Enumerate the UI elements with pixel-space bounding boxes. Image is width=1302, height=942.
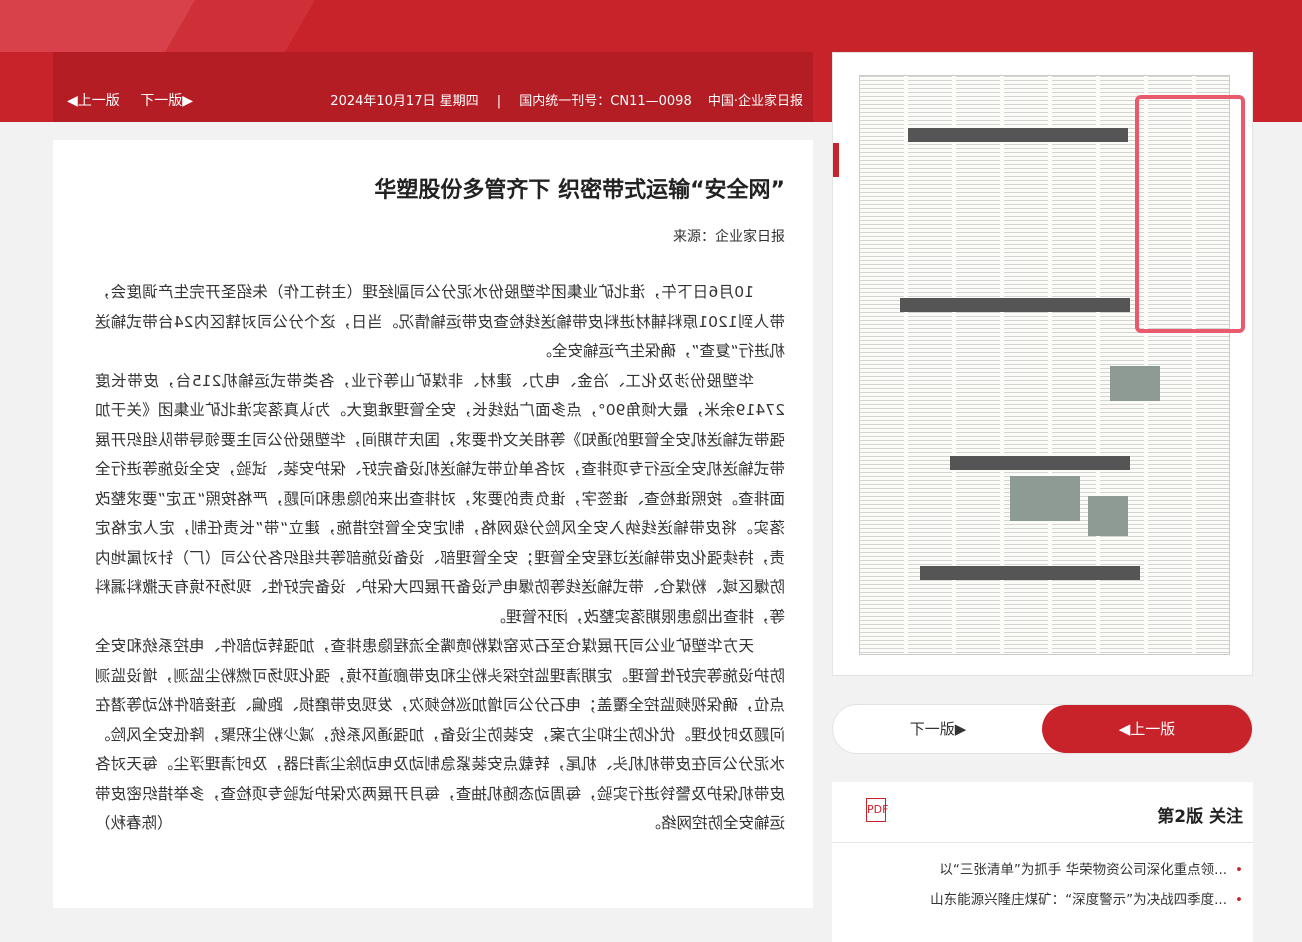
article-paragraph: 华塑股份涉及化工、冶金、电力、建材、非煤矿山等行业，各类带式运输机215台，皮带… — [95, 371, 785, 626]
pdf-icon[interactable]: PDF — [866, 798, 888, 822]
article-paragraph: 10月6日下午，淮北矿业集团华塑股份水泥分公司副经理（主持工作）朱绍圣开完生产调… — [95, 283, 785, 360]
thumbnail-photo — [1110, 366, 1160, 401]
thumbnail-photo — [1010, 476, 1080, 521]
news-link[interactable]: 以“三张清单”为抓手 华荣物资公司深化重点领... — [939, 862, 1227, 878]
article-panel: 华塑股份多管齐下 织密带式运输“安全网” 来源：企业家日报 10月6日下午，淮北… — [53, 140, 813, 908]
section-title: 第2版 关注 — [1157, 807, 1243, 827]
issue-date: 2024年10月17日 星期四 — [330, 94, 479, 109]
news-link[interactable]: 山东能源兴隆庄煤矿：“深度警示”为决战四季度... — [930, 892, 1227, 908]
header-next-page-link[interactable]: 下一版▶ — [140, 93, 193, 109]
paper-name: 中国·企业家日报 — [707, 94, 803, 109]
article-title: 华塑股份多管齐下 织密带式运输“安全网” — [374, 178, 785, 203]
article-paragraph-text: 天方华塑矿业公司开展煤仓至石灰窑煤粉喷嘴全流程隐患排查，加强转动部件、电控系统和… — [95, 637, 785, 832]
thumbnail-photo — [1088, 496, 1128, 536]
thumbnail-headline[interactable] — [908, 128, 1128, 142]
news-list-item[interactable]: 山东能源兴隆庄煤矿：“深度警示”为决战四季度... • — [930, 888, 1243, 908]
page-nav: ◀上一版 下一版▶ — [67, 90, 193, 110]
section-divider — [832, 842, 1253, 843]
issue-info: 2024年10月17日 星期四 | 国内统一刊号：CN11—0098 中国·企业… — [318, 90, 803, 109]
prev-page-button[interactable]: ◀上一版 — [1042, 705, 1252, 753]
next-page-button[interactable]: 下一版▶ — [833, 705, 1043, 753]
article-source: 来源：企业家日报 — [673, 229, 785, 245]
info-divider: | — [496, 94, 502, 109]
page-toggle: 下一版▶ ◀上一版 — [832, 704, 1253, 754]
article-body: 10月6日下午，淮北矿业集团华塑股份水泥分公司副经理（主持工作）朱绍圣开完生产调… — [95, 278, 785, 839]
article-highlight-box[interactable] — [1135, 95, 1245, 333]
issn-number: 国内统一刊号：CN11—0098 — [519, 94, 692, 109]
article-author: （陈春秋） — [95, 814, 173, 832]
header-bar: ◀上一版 下一版▶ 2024年10月17日 星期四 | 国内统一刊号：CN11—… — [53, 52, 813, 122]
thumbnail-marker — [833, 143, 839, 177]
article-paragraph: 天方华塑矿业公司开展煤仓至石灰窑煤粉喷嘴全流程隐患排查，加强转动部件、电控系统和… — [95, 632, 785, 839]
news-list-item[interactable]: 以“三张清单”为抓手 华荣物资公司深化重点领... • — [939, 858, 1243, 878]
thumbnail-headline[interactable] — [920, 566, 1140, 580]
page-thumbnail-panel — [832, 52, 1253, 676]
thumbnail-headline[interactable] — [950, 456, 1130, 470]
header-prev-page-link[interactable]: ◀上一版 — [67, 93, 120, 109]
section-list-panel: PDF 第2版 关注 以“三张清单”为抓手 华荣物资公司深化重点领... • 山东… — [832, 782, 1253, 942]
bullet-icon: • — [1235, 862, 1243, 878]
thumbnail-headline[interactable] — [900, 298, 1130, 312]
bullet-icon: • — [1235, 892, 1243, 908]
